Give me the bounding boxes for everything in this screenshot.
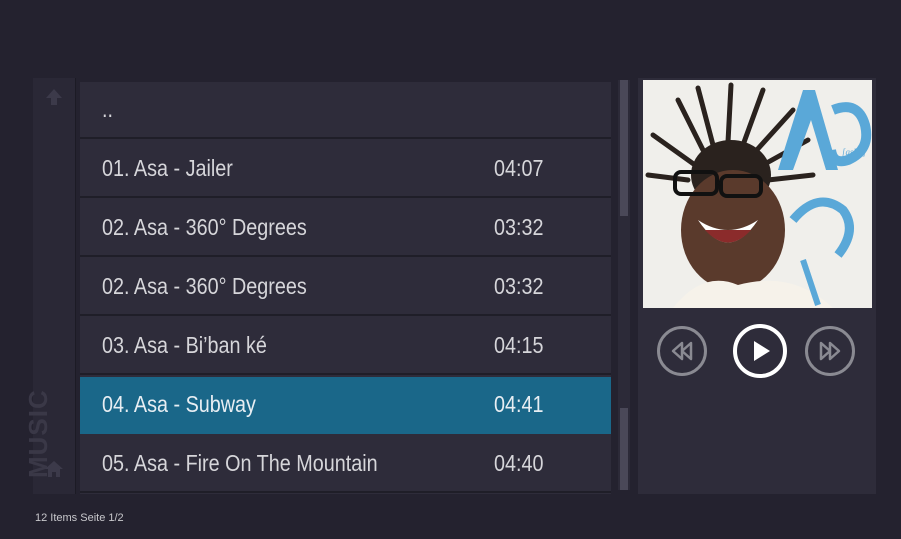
track-duration: 04:41 (494, 391, 544, 417)
rewind-button[interactable] (657, 326, 707, 376)
list-item[interactable]: 01. Asa - Jailer 04:07 (80, 141, 611, 198)
track-duration: 04:40 (494, 450, 544, 476)
list-item[interactable]: 05. Asa - Fire On The Mountain 04:40 (80, 436, 611, 493)
track-title: 01. Asa - Jailer (102, 155, 233, 181)
fast-forward-icon (819, 341, 841, 361)
list-item[interactable]: 03. Asa - Bi’ban ké 04:15 (80, 318, 611, 375)
track-title: 02. Asa - 360° Degrees (102, 214, 307, 240)
track-title: .. (102, 96, 113, 122)
track-title: 02. Asa - 360° Degrees (102, 273, 307, 299)
album-subtext: [asha] (842, 147, 867, 157)
track-duration: 03:32 (494, 273, 544, 299)
track-duration: 04:15 (494, 332, 544, 358)
status-text: 12 Items Seite 1/2 (35, 512, 124, 524)
arrow-up-icon[interactable] (43, 86, 65, 108)
album-cover: [asha] (643, 80, 872, 308)
fast-forward-button[interactable] (805, 326, 855, 376)
play-button[interactable] (733, 324, 787, 378)
scrollbar[interactable] (618, 80, 630, 490)
rewind-icon (671, 341, 693, 361)
list-item-selected[interactable]: 04. Asa - Subway 04:41 (80, 377, 611, 434)
list-item-parent[interactable]: .. (80, 82, 611, 139)
track-list[interactable]: .. 01. Asa - Jailer 04:07 02. Asa - 360°… (80, 82, 611, 494)
track-duration: 03:32 (494, 214, 544, 240)
track-duration: 04:07 (494, 155, 544, 181)
player-panel: [asha] (638, 78, 876, 494)
scroll-thumb-lower[interactable] (620, 408, 628, 490)
track-title: 05. Asa - Fire On The Mountain (102, 450, 378, 476)
track-title: 03. Asa - Bi’ban ké (102, 332, 267, 358)
side-rail: MUSIC (23, 78, 76, 494)
scroll-thumb[interactable] (620, 80, 628, 216)
list-item[interactable]: 02. Asa - 360° Degrees 03:32 (80, 259, 611, 316)
track-title: 04. Asa - Subway (102, 391, 256, 417)
home-icon[interactable] (43, 458, 65, 480)
play-icon (754, 341, 770, 361)
list-item[interactable]: 02. Asa - 360° Degrees 03:32 (80, 200, 611, 257)
